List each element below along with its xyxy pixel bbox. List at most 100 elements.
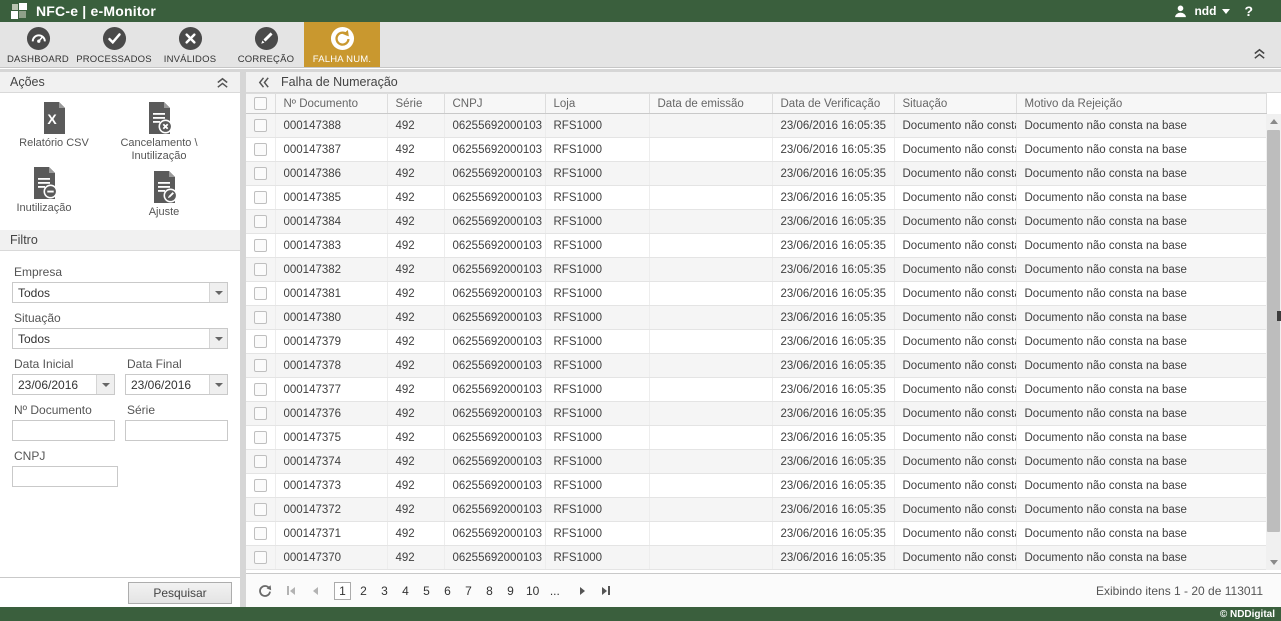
select-all-checkbox[interactable]	[254, 97, 267, 110]
row-checkbox[interactable]	[254, 479, 267, 492]
page-button[interactable]: ...	[546, 582, 563, 600]
first-page-button[interactable]	[282, 582, 300, 600]
action-inutilizacao[interactable]: Inutilização	[6, 164, 82, 221]
pesquisar-button[interactable]: Pesquisar	[128, 582, 232, 604]
situacao-select[interactable]: Todos	[12, 328, 228, 349]
tab-falha-num[interactable]: FALHA NUM.	[304, 22, 380, 67]
column-header-doc[interactable]: Nº Documento	[275, 94, 387, 114]
table-row[interactable]: 000147376 492 06255692000103 RFS1000 23/…	[246, 402, 1266, 426]
page-button[interactable]: 6	[439, 582, 456, 600]
serie-input[interactable]	[125, 420, 228, 441]
column-header-motivo[interactable]: Motivo da Rejeição	[1016, 94, 1266, 114]
row-checkbox[interactable]	[254, 431, 267, 444]
page-button[interactable]: 7	[460, 582, 477, 600]
table-row[interactable]: 000147377 492 06255692000103 RFS1000 23/…	[246, 378, 1266, 402]
cell-cnpj: 06255692000103	[444, 378, 545, 402]
table-row[interactable]: 000147388 492 06255692000103 RFS1000 23/…	[246, 114, 1266, 138]
tab-correcao[interactable]: CORREÇÃO	[228, 22, 304, 67]
table-row[interactable]: 000147375 492 06255692000103 RFS1000 23/…	[246, 426, 1266, 450]
scroll-down-button[interactable]	[1266, 555, 1281, 570]
cell-situacao: Documento não consta na base	[894, 378, 1016, 402]
column-header-loja[interactable]: Loja	[545, 94, 649, 114]
row-checkbox[interactable]	[254, 119, 267, 132]
table-row[interactable]: 000147371 492 06255692000103 RFS1000 23/…	[246, 522, 1266, 546]
grid-panel-header: Falha de Numeração	[246, 72, 1281, 93]
row-checkbox[interactable]	[254, 191, 267, 204]
empresa-select[interactable]: Todos	[12, 282, 228, 303]
help-button[interactable]: ?	[1244, 3, 1253, 19]
tab-dashboard[interactable]: DASHBOARD	[0, 22, 76, 67]
table-row[interactable]: 000147380 492 06255692000103 RFS1000 23/…	[246, 306, 1266, 330]
page-button[interactable]: 5	[418, 582, 435, 600]
cell-motivo: Documento não consta na base	[1016, 450, 1266, 474]
page-button[interactable]: 8	[481, 582, 498, 600]
column-header-emissao[interactable]: Data de emissão	[649, 94, 772, 114]
column-header-verificacao[interactable]: Data de Verificação	[772, 94, 894, 114]
table-row[interactable]: 000147372 492 06255692000103 RFS1000 23/…	[246, 498, 1266, 522]
row-checkbox[interactable]	[254, 287, 267, 300]
table-row[interactable]: 000147374 492 06255692000103 RFS1000 23/…	[246, 450, 1266, 474]
row-checkbox[interactable]	[254, 455, 267, 468]
cell-doc: 000147375	[275, 426, 387, 450]
row-checkbox[interactable]	[254, 167, 267, 180]
scroll-up-button[interactable]	[1266, 114, 1281, 129]
page-button[interactable]: 9	[502, 582, 519, 600]
cnpj-input[interactable]	[12, 466, 118, 487]
row-checkbox[interactable]	[254, 335, 267, 348]
collapse-sidebar-button[interactable]	[256, 75, 271, 90]
collapse-actions-button[interactable]	[215, 75, 230, 90]
table-row[interactable]: 000147387 492 06255692000103 RFS1000 23/…	[246, 138, 1266, 162]
row-checkbox[interactable]	[254, 407, 267, 420]
row-checkbox[interactable]	[254, 215, 267, 228]
table-row[interactable]: 000147382 492 06255692000103 RFS1000 23/…	[246, 258, 1266, 282]
tab-invalidos[interactable]: INVÁLIDOS	[152, 22, 228, 67]
page-button[interactable]: 4	[397, 582, 414, 600]
column-header-serie[interactable]: Série	[387, 94, 444, 114]
column-header-situacao[interactable]: Situação	[894, 94, 1016, 114]
table-row[interactable]: 000147384 492 06255692000103 RFS1000 23/…	[246, 210, 1266, 234]
row-checkbox[interactable]	[254, 503, 267, 516]
cell-emissao	[649, 234, 772, 258]
page-button[interactable]: 2	[355, 582, 372, 600]
prev-page-button[interactable]	[306, 582, 324, 600]
data-inicial-picker[interactable]: 23/06/2016	[12, 374, 115, 395]
row-checkbox[interactable]	[254, 239, 267, 252]
action-ajuste[interactable]: Ajuste	[126, 168, 202, 221]
page-button[interactable]: 1	[334, 582, 351, 600]
cell-motivo: Documento não consta na base	[1016, 426, 1266, 450]
data-final-picker[interactable]: 23/06/2016	[125, 374, 228, 395]
scrollbar-thumb[interactable]	[1267, 130, 1280, 532]
row-checkbox[interactable]	[254, 527, 267, 540]
row-checkbox[interactable]	[254, 143, 267, 156]
action-relatorio-csv[interactable]: X Relatório CSV	[6, 99, 102, 164]
action-cancelamento-inutilizacao[interactable]: Cancelamento \ Inutilização	[102, 99, 216, 164]
row-checkbox[interactable]	[254, 359, 267, 372]
page-button[interactable]: 3	[376, 582, 393, 600]
table-row[interactable]: 000147385 492 06255692000103 RFS1000 23/…	[246, 186, 1266, 210]
empresa-label: Empresa	[14, 265, 230, 279]
cell-situacao: Documento não consta na base	[894, 474, 1016, 498]
cell-situacao: Documento não consta na base	[894, 354, 1016, 378]
table-row[interactable]: 000147378 492 06255692000103 RFS1000 23/…	[246, 354, 1266, 378]
num-documento-input[interactable]	[12, 420, 115, 441]
table-row[interactable]: 000147370 492 06255692000103 RFS1000 23/…	[246, 546, 1266, 570]
page-button[interactable]: 10	[523, 582, 542, 600]
next-page-button[interactable]	[573, 582, 591, 600]
vertical-scrollbar[interactable]	[1266, 114, 1281, 570]
row-checkbox[interactable]	[254, 551, 267, 564]
table-row[interactable]: 000147386 492 06255692000103 RFS1000 23/…	[246, 162, 1266, 186]
toolbar-collapse-button[interactable]	[1252, 46, 1267, 61]
column-header-cnpj[interactable]: CNPJ	[444, 94, 545, 114]
table-row[interactable]: 000147373 492 06255692000103 RFS1000 23/…	[246, 474, 1266, 498]
row-checkbox[interactable]	[254, 263, 267, 276]
tab-processados[interactable]: PROCESSADOS	[76, 22, 152, 67]
table-row[interactable]: 000147379 492 06255692000103 RFS1000 23/…	[246, 330, 1266, 354]
last-page-button[interactable]	[597, 582, 615, 600]
refresh-button[interactable]	[258, 584, 272, 598]
row-checkbox[interactable]	[254, 311, 267, 324]
cell-emissao	[649, 306, 772, 330]
table-row[interactable]: 000147381 492 06255692000103 RFS1000 23/…	[246, 282, 1266, 306]
user-menu[interactable]: ndd	[1173, 4, 1230, 19]
row-checkbox[interactable]	[254, 383, 267, 396]
table-row[interactable]: 000147383 492 06255692000103 RFS1000 23/…	[246, 234, 1266, 258]
